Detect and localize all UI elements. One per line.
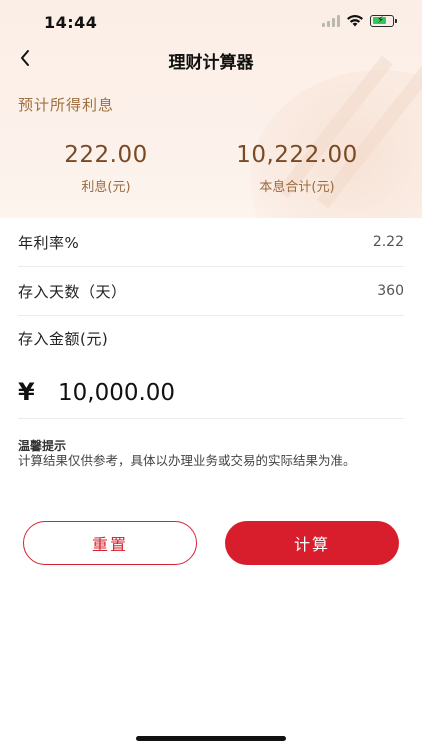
reset-button[interactable]: 重置 [23, 521, 197, 565]
status-time: 14:44 [44, 13, 98, 32]
rate-label: 年利率% [18, 233, 80, 252]
days-value[interactable]: 360 [377, 283, 404, 299]
summary-label: 预计所得利息 [18, 96, 115, 114]
currency-symbol: ¥ [18, 378, 35, 406]
tip-title: 温馨提示 [18, 439, 67, 453]
home-indicator[interactable] [136, 736, 286, 741]
amount-field[interactable]: ¥ [18, 372, 404, 419]
battery-icon: ⚡ [370, 14, 397, 27]
total-label: 本息合计(元) [259, 180, 335, 195]
amount-label: 存入金额(元) [18, 330, 109, 348]
signal-icon [322, 14, 340, 27]
interest-label: 利息(元) [81, 180, 131, 195]
status-bar: 14:44 ⚡ [0, 0, 422, 44]
nav-bar: 理财计算器 [0, 44, 422, 74]
tip-text: 计算结果仅供参考，具体以办理业务或交易的实际结果为准。 [18, 453, 356, 468]
days-row[interactable]: 存入天数（天） 360 [18, 267, 404, 316]
total-stat: 10,222.00 本息合计(元) [207, 142, 387, 195]
amount-input[interactable] [58, 380, 358, 406]
days-label: 存入天数（天） [18, 282, 127, 301]
calculate-button[interactable]: 计算 [225, 521, 399, 565]
rate-row[interactable]: 年利率% 2.22 [18, 218, 404, 267]
total-value: 10,222.00 [236, 142, 358, 168]
wifi-icon [347, 14, 363, 27]
rate-value[interactable]: 2.22 [373, 234, 404, 250]
interest-stat: 222.00 利息(元) [16, 142, 196, 195]
interest-value: 222.00 [64, 142, 148, 168]
status-icons: ⚡ [322, 14, 397, 27]
page-title: 理财计算器 [168, 53, 254, 73]
